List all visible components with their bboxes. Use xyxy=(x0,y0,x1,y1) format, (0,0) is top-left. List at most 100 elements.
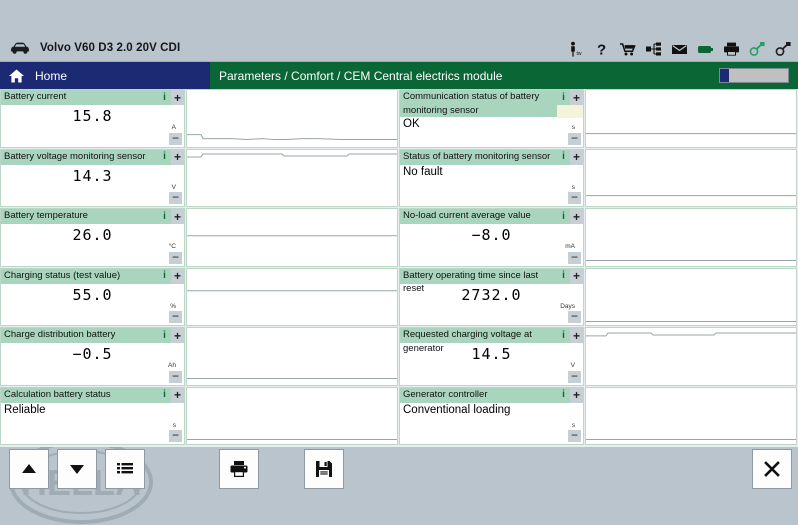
collapse-minus-button[interactable]: − xyxy=(568,429,581,442)
collapse-minus-button[interactable]: − xyxy=(169,370,182,383)
parameter-graph[interactable] xyxy=(585,89,797,148)
printer-icon xyxy=(230,461,248,477)
help-question-icon[interactable]: ? xyxy=(593,41,610,57)
parameter-graph[interactable] xyxy=(186,327,398,386)
parameter-box[interactable]: Battery temperature i +26.0 °C − xyxy=(0,208,185,267)
info-icon[interactable]: i xyxy=(557,388,570,403)
info-icon[interactable]: i xyxy=(557,90,570,105)
expand-plus-button[interactable]: + xyxy=(570,149,583,165)
parameter-header-buttons: i + xyxy=(158,387,184,403)
expand-plus-button[interactable]: + xyxy=(171,328,184,343)
connect-green-icon[interactable] xyxy=(749,41,766,57)
collapse-minus-button[interactable]: − xyxy=(568,132,581,145)
collapse-minus-button[interactable]: − xyxy=(568,191,581,204)
parameter-graph[interactable] xyxy=(186,89,398,148)
parameter-value: Reliable xyxy=(4,403,46,416)
expand-plus-button[interactable]: + xyxy=(171,209,184,224)
connect-dark-icon[interactable] xyxy=(775,41,792,57)
list-view-button[interactable] xyxy=(105,449,145,489)
parameter-graph[interactable] xyxy=(585,327,797,386)
info-icon[interactable]: i xyxy=(158,150,171,165)
collapse-minus-button[interactable]: − xyxy=(568,251,581,264)
list-icon xyxy=(117,463,133,474)
save-button[interactable] xyxy=(304,449,344,489)
collapse-minus-button[interactable]: − xyxy=(169,429,182,442)
parameter-header: Requested charging voltage at generator i… xyxy=(400,328,583,354)
parameter-graph[interactable] xyxy=(186,267,398,326)
progress-scrollbar[interactable] xyxy=(719,68,789,83)
progress-scrollbar-thumb[interactable] xyxy=(720,69,729,82)
expand-plus-button[interactable]: + xyxy=(570,268,583,284)
info-icon[interactable]: i xyxy=(158,209,171,224)
scroll-down-button[interactable] xyxy=(57,449,97,489)
info-icon[interactable]: i xyxy=(557,209,570,224)
mail-icon[interactable] xyxy=(671,41,688,57)
parameter-value: 15.8 xyxy=(72,107,113,125)
parameter-unit: s xyxy=(571,124,575,131)
collapse-minus-button[interactable]: − xyxy=(169,310,182,323)
parameter-header: Battery operating time since last reset i… xyxy=(400,268,583,294)
home-button[interactable]: Home xyxy=(0,62,210,89)
info-icon[interactable]: i xyxy=(557,150,570,165)
expand-plus-button[interactable]: + xyxy=(570,90,583,105)
collapse-minus-button[interactable]: − xyxy=(169,132,182,145)
parameter-workspace: Battery current i +15.8 A − Battery voltage m… xyxy=(0,89,798,447)
parameter-graph[interactable] xyxy=(585,208,797,267)
parameter-value: 14.5 xyxy=(471,345,512,363)
parameter-graph[interactable] xyxy=(186,148,398,207)
parameter-box[interactable]: Requested charging voltage at generator i… xyxy=(399,327,584,386)
info-icon[interactable]: i xyxy=(557,328,570,343)
parameter-box[interactable]: Charge distribution battery i + −0.5 Ah − xyxy=(0,327,185,386)
parameter-box[interactable]: No-load current average value i + −8.0 mA − xyxy=(399,208,584,267)
expand-plus-button[interactable]: + xyxy=(570,209,583,224)
close-button[interactable] xyxy=(752,449,792,489)
collapse-minus-button[interactable]: − xyxy=(169,191,182,204)
parameter-box[interactable]: Communication status of battery monitori… xyxy=(399,89,584,148)
parameter-header-buttons: i + xyxy=(557,328,583,343)
parameter-header: Battery voltage monitoring sensor i + xyxy=(1,149,184,165)
network-icon[interactable] xyxy=(645,41,662,57)
expand-plus-button[interactable]: + xyxy=(171,90,184,105)
parameter-box[interactable]: Battery operating time since last reset i… xyxy=(399,267,584,326)
parameter-graph[interactable] xyxy=(186,386,398,445)
info-icon[interactable]: i xyxy=(158,90,171,105)
collapse-minus-button[interactable]: − xyxy=(169,251,182,264)
close-x-icon xyxy=(764,461,780,477)
printer-icon[interactable] xyxy=(723,41,740,57)
parameter-box[interactable]: Status of battery monitoring sensor i + No … xyxy=(399,148,584,207)
expand-plus-button[interactable]: + xyxy=(570,328,583,343)
floppy-disk-icon xyxy=(316,461,332,477)
expand-plus-button[interactable]: + xyxy=(171,149,184,165)
parameter-graph[interactable] xyxy=(186,208,398,267)
parameter-title: Calculation battery status xyxy=(4,388,111,400)
home-icon xyxy=(9,69,24,82)
parameter-value: 55.0 xyxy=(72,285,113,304)
parameter-graph[interactable] xyxy=(585,267,797,326)
parameter-box[interactable]: Generator controller i + Conventional loadi… xyxy=(399,386,584,445)
pedestrian-tw-icon[interactable]: tw xyxy=(567,41,584,57)
parameter-box[interactable]: Charging status (test value) i +55.0% − xyxy=(0,267,185,326)
info-icon[interactable]: i xyxy=(557,269,570,284)
parameter-box[interactable]: Calculation battery status i + Reliable s − xyxy=(0,386,185,445)
info-icon[interactable]: i xyxy=(158,328,171,343)
expand-plus-button[interactable]: + xyxy=(171,387,184,403)
parameter-graph[interactable] xyxy=(585,386,797,445)
parameter-header: Battery current i + xyxy=(1,90,184,105)
print-button[interactable] xyxy=(219,449,259,489)
collapse-minus-button[interactable]: − xyxy=(568,310,581,323)
parameter-unit: V xyxy=(570,362,575,369)
info-icon[interactable]: i xyxy=(158,388,171,403)
battery-icon[interactable] xyxy=(697,41,714,57)
info-icon[interactable]: i xyxy=(158,269,171,284)
parameter-value: −0.5 xyxy=(72,345,113,363)
shopping-cart-icon[interactable] xyxy=(619,41,636,57)
parameter-box[interactable]: Battery current i +15.8 A − xyxy=(0,89,185,148)
expand-plus-button[interactable]: + xyxy=(570,387,583,403)
parameter-title: Generator controller xyxy=(403,388,488,400)
parameter-row: Requested charging voltage at generator i… xyxy=(399,327,797,386)
scroll-up-button[interactable] xyxy=(9,449,49,489)
parameter-box[interactable]: Battery voltage monitoring sensor i +14.3 V… xyxy=(0,148,185,207)
parameter-graph[interactable] xyxy=(585,148,797,207)
collapse-minus-button[interactable]: − xyxy=(568,370,581,383)
expand-plus-button[interactable]: + xyxy=(171,268,184,284)
